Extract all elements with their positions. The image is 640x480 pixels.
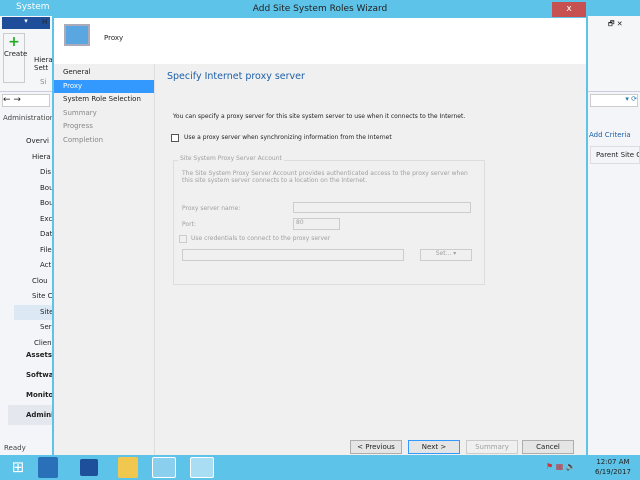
group-description: The Site System Proxy Server Account pro… xyxy=(182,170,472,184)
tree-item[interactable]: Act xyxy=(14,258,52,274)
step-proxy: Proxy xyxy=(54,80,154,94)
ribbon-group-label: Si xyxy=(40,78,46,86)
port-label: Port: xyxy=(182,221,196,228)
page-title: Specify Internet proxy server xyxy=(167,71,305,82)
tray-icons[interactable]: ⚑ ▦ 🔈 xyxy=(546,462,576,471)
tree-item[interactable]: Dis xyxy=(14,165,52,181)
tree-item[interactable]: Dat xyxy=(14,227,52,243)
proxy-name-label: Proxy server name: xyxy=(182,205,240,212)
port-input[interactable]: 80 xyxy=(293,218,340,230)
navigation-tree[interactable]: Overvi Hiera Dis Bou Bou Exc Dat File Ac… xyxy=(14,134,52,351)
workspace-list[interactable]: Assets Softwa Monito Admini xyxy=(8,345,54,425)
workspace-title: Administration xyxy=(3,114,54,122)
nav-back-forward[interactable]: ← → xyxy=(2,94,50,107)
clock-date: 6/19/2017 xyxy=(595,467,631,477)
tree-item[interactable]: Ser xyxy=(14,320,52,336)
use-proxy-checkbox[interactable] xyxy=(171,134,179,142)
tree-item[interactable]: Exc xyxy=(14,212,52,228)
step-system-role-selection: System Role Selection xyxy=(54,93,154,107)
set-dropdown-button[interactable]: Set... ▾ xyxy=(420,249,472,261)
tree-item[interactable]: Site C xyxy=(14,289,52,305)
tree-item[interactable]: Site xyxy=(14,305,52,321)
wizard-title: Add Site System Roles Wizard xyxy=(54,2,586,18)
step-general: General xyxy=(54,66,154,80)
status-bar: Ready xyxy=(4,444,26,452)
set-label: Set... xyxy=(436,250,452,257)
start-button[interactable]: ⊞ xyxy=(6,457,30,478)
tree-item[interactable]: Clou xyxy=(14,274,52,290)
computer-icon xyxy=(64,24,90,46)
use-credentials-label[interactable]: Use credentials to connect to the proxy … xyxy=(191,235,330,242)
tree-item[interactable]: File xyxy=(14,243,52,259)
tree-item[interactable]: Bou xyxy=(14,196,52,212)
intro-text: You can specify a proxy server for this … xyxy=(173,113,465,120)
add-criteria-link[interactable]: Add Criteria xyxy=(589,131,631,139)
clock[interactable]: 12:07 AM 6/19/2017 xyxy=(595,457,631,477)
tree-item[interactable]: Bou xyxy=(14,181,52,197)
summary-button[interactable]: Summary xyxy=(466,440,518,454)
workspace-assets[interactable]: Assets xyxy=(8,345,54,365)
create-button[interactable]: + Create xyxy=(3,33,25,83)
powershell-icon[interactable] xyxy=(80,459,98,476)
wizard-steps: General Proxy System Role Selection Summ… xyxy=(54,64,155,455)
workspace-administration[interactable]: Admini xyxy=(8,405,54,425)
file-explorer-icon[interactable] xyxy=(118,457,138,478)
clock-time: 12:07 AM xyxy=(595,457,631,467)
config-manager-taskbar-icon[interactable] xyxy=(190,457,214,478)
use-proxy-label[interactable]: Use a proxy server when synchronizing in… xyxy=(184,134,392,141)
proxy-name-input[interactable] xyxy=(293,202,471,213)
step-progress: Progress xyxy=(54,120,154,134)
window-controls[interactable]: 🗗 ✕ xyxy=(608,20,623,31)
hierarchy-settings-button[interactable]: Hiera Sett xyxy=(34,56,52,72)
tree-item[interactable]: Overvi xyxy=(14,134,52,150)
taskbar: ⊞ ⚑ ▦ 🔈 12:07 AM 6/19/2017 xyxy=(0,455,640,480)
next-button[interactable]: Next > xyxy=(408,440,460,454)
group-title: Site System Proxy Server Account xyxy=(178,155,284,162)
workspace-software[interactable]: Softwa xyxy=(8,365,54,385)
tree-item[interactable]: Hiera xyxy=(14,150,52,166)
column-header[interactable]: Parent Site Co xyxy=(590,146,640,164)
step-completion: Completion xyxy=(54,134,154,148)
header-title: Proxy xyxy=(104,34,123,42)
ribbon-tab-home[interactable]: H xyxy=(42,18,47,26)
close-button[interactable]: x xyxy=(552,2,586,17)
workspace-monitoring[interactable]: Monito xyxy=(8,385,54,405)
wizard-content: Specify Internet proxy server You can sp… xyxy=(155,64,586,455)
create-label: Create xyxy=(4,50,24,58)
server-manager-icon[interactable] xyxy=(38,457,58,478)
cancel-button[interactable]: Cancel xyxy=(522,440,574,454)
plus-icon: + xyxy=(4,34,24,50)
step-summary: Summary xyxy=(54,107,154,121)
search-refresh[interactable]: ▾ ⟳ xyxy=(590,94,638,107)
previous-button[interactable]: < Previous xyxy=(350,440,402,454)
wizard-header: Proxy xyxy=(54,18,586,64)
account-field[interactable] xyxy=(182,249,404,261)
use-credentials-checkbox[interactable] xyxy=(179,235,187,243)
wizard-dialog: Add Site System Roles Wizard x Proxy Gen… xyxy=(52,0,588,455)
paint-icon[interactable] xyxy=(152,457,176,478)
